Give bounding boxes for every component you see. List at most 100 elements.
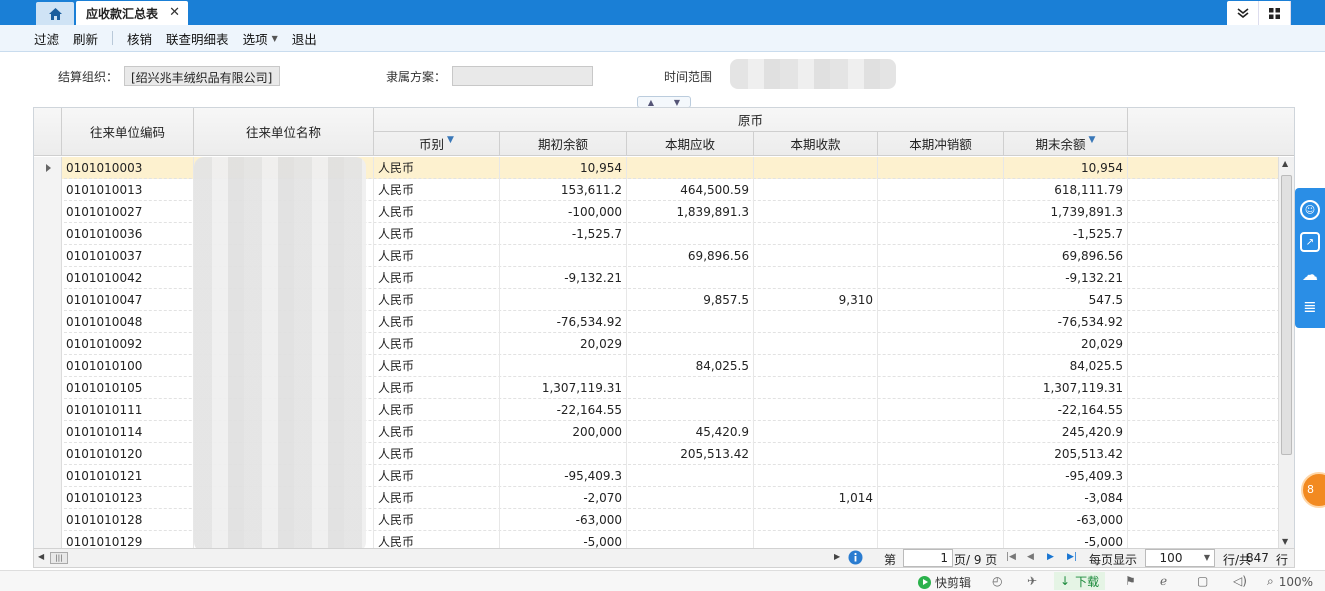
share-icon[interactable]: ↗ — [1300, 232, 1320, 252]
row-indicator[interactable] — [34, 399, 62, 421]
cell-closing[interactable]: -95,409.3 — [1004, 465, 1128, 487]
cell-received[interactable]: 1,014 — [754, 487, 878, 509]
cell-received[interactable] — [754, 465, 878, 487]
cell-offset[interactable] — [878, 509, 1004, 531]
home-tab[interactable] — [36, 2, 74, 25]
cell-closing[interactable]: -22,164.55 — [1004, 399, 1128, 421]
cell-closing[interactable]: 10,954 — [1004, 157, 1128, 179]
cell-opening[interactable]: 20,029 — [500, 333, 627, 355]
cell-offset[interactable] — [878, 399, 1004, 421]
row-indicator[interactable] — [34, 311, 62, 333]
cell-closing[interactable]: -3,084 — [1004, 487, 1128, 509]
row-indicator[interactable] — [34, 289, 62, 311]
cell-code[interactable]: 0101010013 — [62, 179, 194, 201]
cell-receivable[interactable]: 1,839,891.3 — [627, 201, 754, 223]
cell-offset[interactable] — [878, 179, 1004, 201]
cell-code[interactable]: 0101010048 — [62, 311, 194, 333]
cell-receivable[interactable] — [627, 531, 754, 548]
cell-offset[interactable] — [878, 531, 1004, 548]
cell-closing[interactable]: 69,896.56 — [1004, 245, 1128, 267]
cell-closing[interactable]: 547.5 — [1004, 289, 1128, 311]
cell-opening[interactable]: -100,000 — [500, 201, 627, 223]
cell-closing[interactable]: -1,525.7 — [1004, 223, 1128, 245]
cell-opening[interactable]: -5,000 — [500, 531, 627, 548]
header-code[interactable]: 往来单位编码 — [62, 108, 194, 156]
cell-closing[interactable]: 245,420.9 — [1004, 421, 1128, 443]
cell-received[interactable] — [754, 245, 878, 267]
vertical-scroll-thumb[interactable] — [1281, 175, 1292, 455]
row-indicator[interactable] — [34, 465, 62, 487]
next-page-icon[interactable]: ▶ — [1047, 552, 1054, 562]
assistant-icon[interactable]: ☺ — [1300, 200, 1320, 220]
cell-currency[interactable]: 人民币 — [374, 531, 500, 548]
cell-closing[interactable]: -76,534.92 — [1004, 311, 1128, 333]
cell-offset[interactable] — [878, 421, 1004, 443]
cell-code[interactable]: 0101010121 — [62, 465, 194, 487]
cell-receivable[interactable] — [627, 487, 754, 509]
cell-offset[interactable] — [878, 377, 1004, 399]
cell-currency[interactable]: 人民币 — [374, 289, 500, 311]
cell-offset[interactable] — [878, 201, 1004, 223]
writeoff-button[interactable]: 核销 — [127, 29, 152, 48]
options-menu[interactable]: 选项 ▼ — [243, 29, 278, 48]
scroll-right-icon[interactable]: ▶ — [834, 552, 840, 561]
cell-receivable[interactable]: 45,420.9 — [627, 421, 754, 443]
row-indicator[interactable] — [34, 509, 62, 531]
cell-received[interactable] — [754, 267, 878, 289]
cell-closing[interactable]: 1,307,119.31 — [1004, 377, 1128, 399]
prev-page-icon[interactable]: ◀ — [1027, 552, 1034, 562]
cell-currency[interactable]: 人民币 — [374, 355, 500, 377]
cell-received[interactable] — [754, 377, 878, 399]
cell-code[interactable]: 0101010100 — [62, 355, 194, 377]
time-range-field[interactable] — [730, 59, 896, 89]
cell-code[interactable]: 0101010037 — [62, 245, 194, 267]
orange-float-badge[interactable]: 8 — [1301, 472, 1325, 508]
cell-offset[interactable] — [878, 487, 1004, 509]
cell-currency[interactable]: 人民币 — [374, 179, 500, 201]
cell-opening[interactable] — [500, 443, 627, 465]
cell-currency[interactable]: 人民币 — [374, 377, 500, 399]
database-icon[interactable]: ≣ — [1300, 296, 1320, 316]
cell-code[interactable]: 0101010114 — [62, 421, 194, 443]
cell-received[interactable] — [754, 157, 878, 179]
cell-receivable[interactable]: 69,896.56 — [627, 245, 754, 267]
cell-offset[interactable] — [878, 443, 1004, 465]
cell-currency[interactable]: 人民币 — [374, 201, 500, 223]
cell-currency[interactable]: 人民币 — [374, 487, 500, 509]
cell-opening[interactable]: 200,000 — [500, 421, 627, 443]
scroll-up-icon[interactable]: ▲ — [1282, 159, 1288, 168]
header-opening[interactable]: 期初余额 — [500, 132, 627, 156]
cell-receivable[interactable] — [627, 509, 754, 531]
cell-receivable[interactable]: 464,500.59 — [627, 179, 754, 201]
close-icon[interactable]: ✕ — [169, 5, 180, 20]
download-button[interactable]: ↓ 下载 — [1054, 572, 1106, 590]
cell-opening[interactable]: -22,164.55 — [500, 399, 627, 421]
cell-currency[interactable]: 人民币 — [374, 509, 500, 531]
row-indicator[interactable] — [34, 245, 62, 267]
quick-clip-button[interactable]: 快剪辑 — [918, 574, 971, 591]
cell-received[interactable] — [754, 399, 878, 421]
cell-receivable[interactable]: 205,513.42 — [627, 443, 754, 465]
cell-received[interactable] — [754, 443, 878, 465]
row-indicator[interactable] — [34, 377, 62, 399]
speed-icon[interactable]: ◴ — [992, 574, 1002, 588]
cell-code[interactable]: 0101010129 — [62, 531, 194, 548]
cell-currency[interactable]: 人民币 — [374, 157, 500, 179]
volume-icon[interactable]: ◁) — [1233, 574, 1247, 588]
header-offset[interactable]: 本期冲销额 — [878, 132, 1004, 156]
browser-icon[interactable]: ℯ — [1160, 574, 1167, 588]
cell-opening[interactable]: -9,132.21 — [500, 267, 627, 289]
cell-closing[interactable]: 84,025.5 — [1004, 355, 1128, 377]
cell-opening[interactable]: 153,611.2 — [500, 179, 627, 201]
cell-opening[interactable]: -63,000 — [500, 509, 627, 531]
grid-icon[interactable] — [1259, 1, 1291, 25]
cell-offset[interactable] — [878, 245, 1004, 267]
zoom-control[interactable]: ⌕ 100% — [1267, 574, 1313, 589]
cell-received[interactable] — [754, 531, 878, 548]
window-icon[interactable]: ▢ — [1197, 574, 1208, 588]
org-field[interactable]: [绍兴兆丰绒织品有限公司] — [124, 66, 280, 86]
cell-currency[interactable]: 人民币 — [374, 245, 500, 267]
cell-offset[interactable] — [878, 223, 1004, 245]
cell-currency[interactable]: 人民币 — [374, 465, 500, 487]
header-name[interactable]: 往来单位名称 — [194, 108, 374, 156]
